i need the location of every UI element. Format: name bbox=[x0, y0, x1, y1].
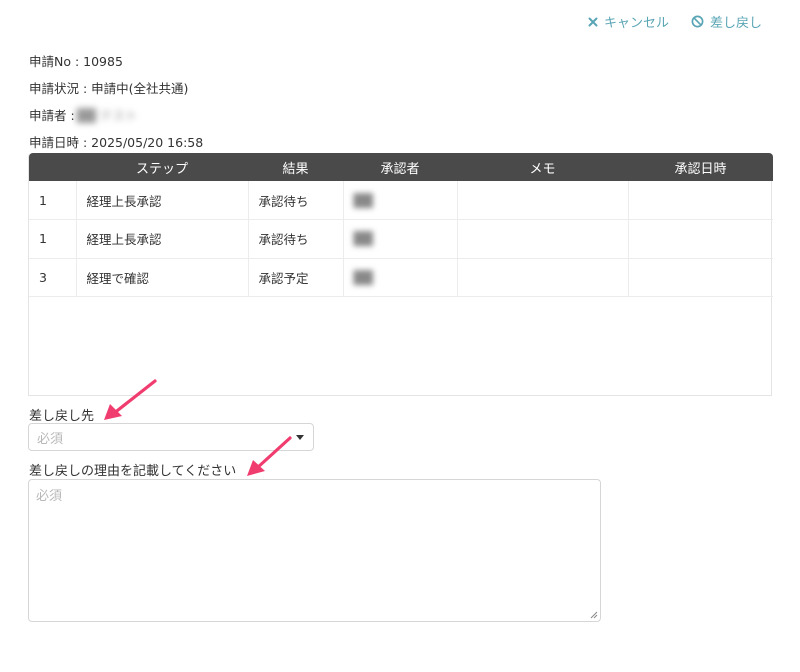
top-actions: キャンセル 差し戻し bbox=[588, 12, 762, 31]
send-back-reason-textarea[interactable]: 必須 bbox=[28, 479, 601, 622]
table-row: 1 経理上長承認 承認待ち ██ bbox=[29, 181, 773, 220]
table-header-row: ステップ 結果 承認者 メモ 承認日時 bbox=[29, 153, 773, 181]
send-back-reason-label: 差し戻しの理由を記載してください bbox=[29, 464, 237, 479]
cell-step: 経理で確認 bbox=[76, 258, 249, 297]
approval-table: ステップ 結果 承認者 メモ 承認日時 1 経理上長承認 承認待ち ██ 1 経… bbox=[28, 153, 773, 396]
applicant: 申請者 : ██ テスト bbox=[29, 102, 203, 129]
cell-memo bbox=[457, 181, 629, 220]
send-back-target-label: 差し戻し先 bbox=[29, 409, 95, 424]
cell-result: 承認予定 bbox=[248, 258, 344, 297]
close-icon bbox=[588, 17, 598, 26]
cell-approver: ██ bbox=[343, 258, 458, 297]
column-header-approver: 承認者 bbox=[343, 153, 457, 181]
cell-step: 経理上長承認 bbox=[76, 219, 249, 259]
send-back-target-placeholder: 必須 bbox=[37, 431, 64, 447]
cell-approved-date bbox=[628, 258, 773, 297]
cancel-button-label: キャンセル bbox=[603, 16, 669, 31]
request-info: 申請No : 10985 申請状況 : 申請中(全社共通) 申請者 : ██ テ… bbox=[29, 48, 203, 156]
send-back-button[interactable]: 差し戻し bbox=[691, 12, 762, 31]
table-row: 1 経理上長承認 承認待ち ██ bbox=[29, 219, 773, 259]
resize-handle-icon[interactable] bbox=[590, 611, 598, 619]
cell-number: 1 bbox=[29, 181, 77, 220]
table-row: 3 経理で確認 承認予定 ██ bbox=[29, 258, 773, 297]
annotation-arrow-icon bbox=[104, 379, 157, 420]
cell-number: 1 bbox=[29, 219, 77, 259]
approver-name-redacted: ██ bbox=[353, 269, 373, 285]
cancel-button[interactable]: キャンセル bbox=[588, 12, 669, 31]
request-status: 申請状況 : 申請中(全社共通) bbox=[29, 80, 189, 96]
approver-name-redacted: ██ bbox=[353, 192, 373, 208]
cell-memo bbox=[457, 219, 629, 259]
cell-result: 承認待ち bbox=[248, 181, 344, 220]
cell-memo bbox=[457, 258, 629, 297]
column-header-result: 結果 bbox=[248, 153, 343, 181]
request-datetime: 申請日時 : 2025/05/20 16:58 bbox=[29, 134, 204, 150]
applicant-label: 申請者 : bbox=[29, 107, 75, 123]
cell-approved-date bbox=[628, 219, 773, 259]
send-back-button-label: 差し戻し bbox=[709, 16, 762, 31]
send-back-reason-placeholder: 必須 bbox=[36, 489, 63, 504]
cell-approver: ██ bbox=[343, 219, 458, 259]
ban-icon bbox=[691, 15, 704, 28]
annotation-arrow-icon bbox=[247, 436, 292, 476]
column-header-memo: メモ bbox=[457, 153, 628, 181]
applicant-name-redacted: ██ テスト bbox=[76, 107, 138, 123]
column-header-number bbox=[29, 153, 76, 181]
cell-result: 承認待ち bbox=[248, 219, 344, 259]
column-header-step: ステップ bbox=[76, 153, 248, 181]
approver-name-redacted: ██ bbox=[353, 231, 373, 247]
cell-approver: ██ bbox=[343, 181, 458, 220]
cell-approved-date bbox=[628, 181, 773, 220]
request-number: 申請No : 10985 bbox=[29, 53, 123, 69]
cell-number: 3 bbox=[29, 258, 77, 297]
column-header-approved-date: 承認日時 bbox=[628, 153, 773, 181]
cell-step: 経理上長承認 bbox=[76, 181, 249, 220]
